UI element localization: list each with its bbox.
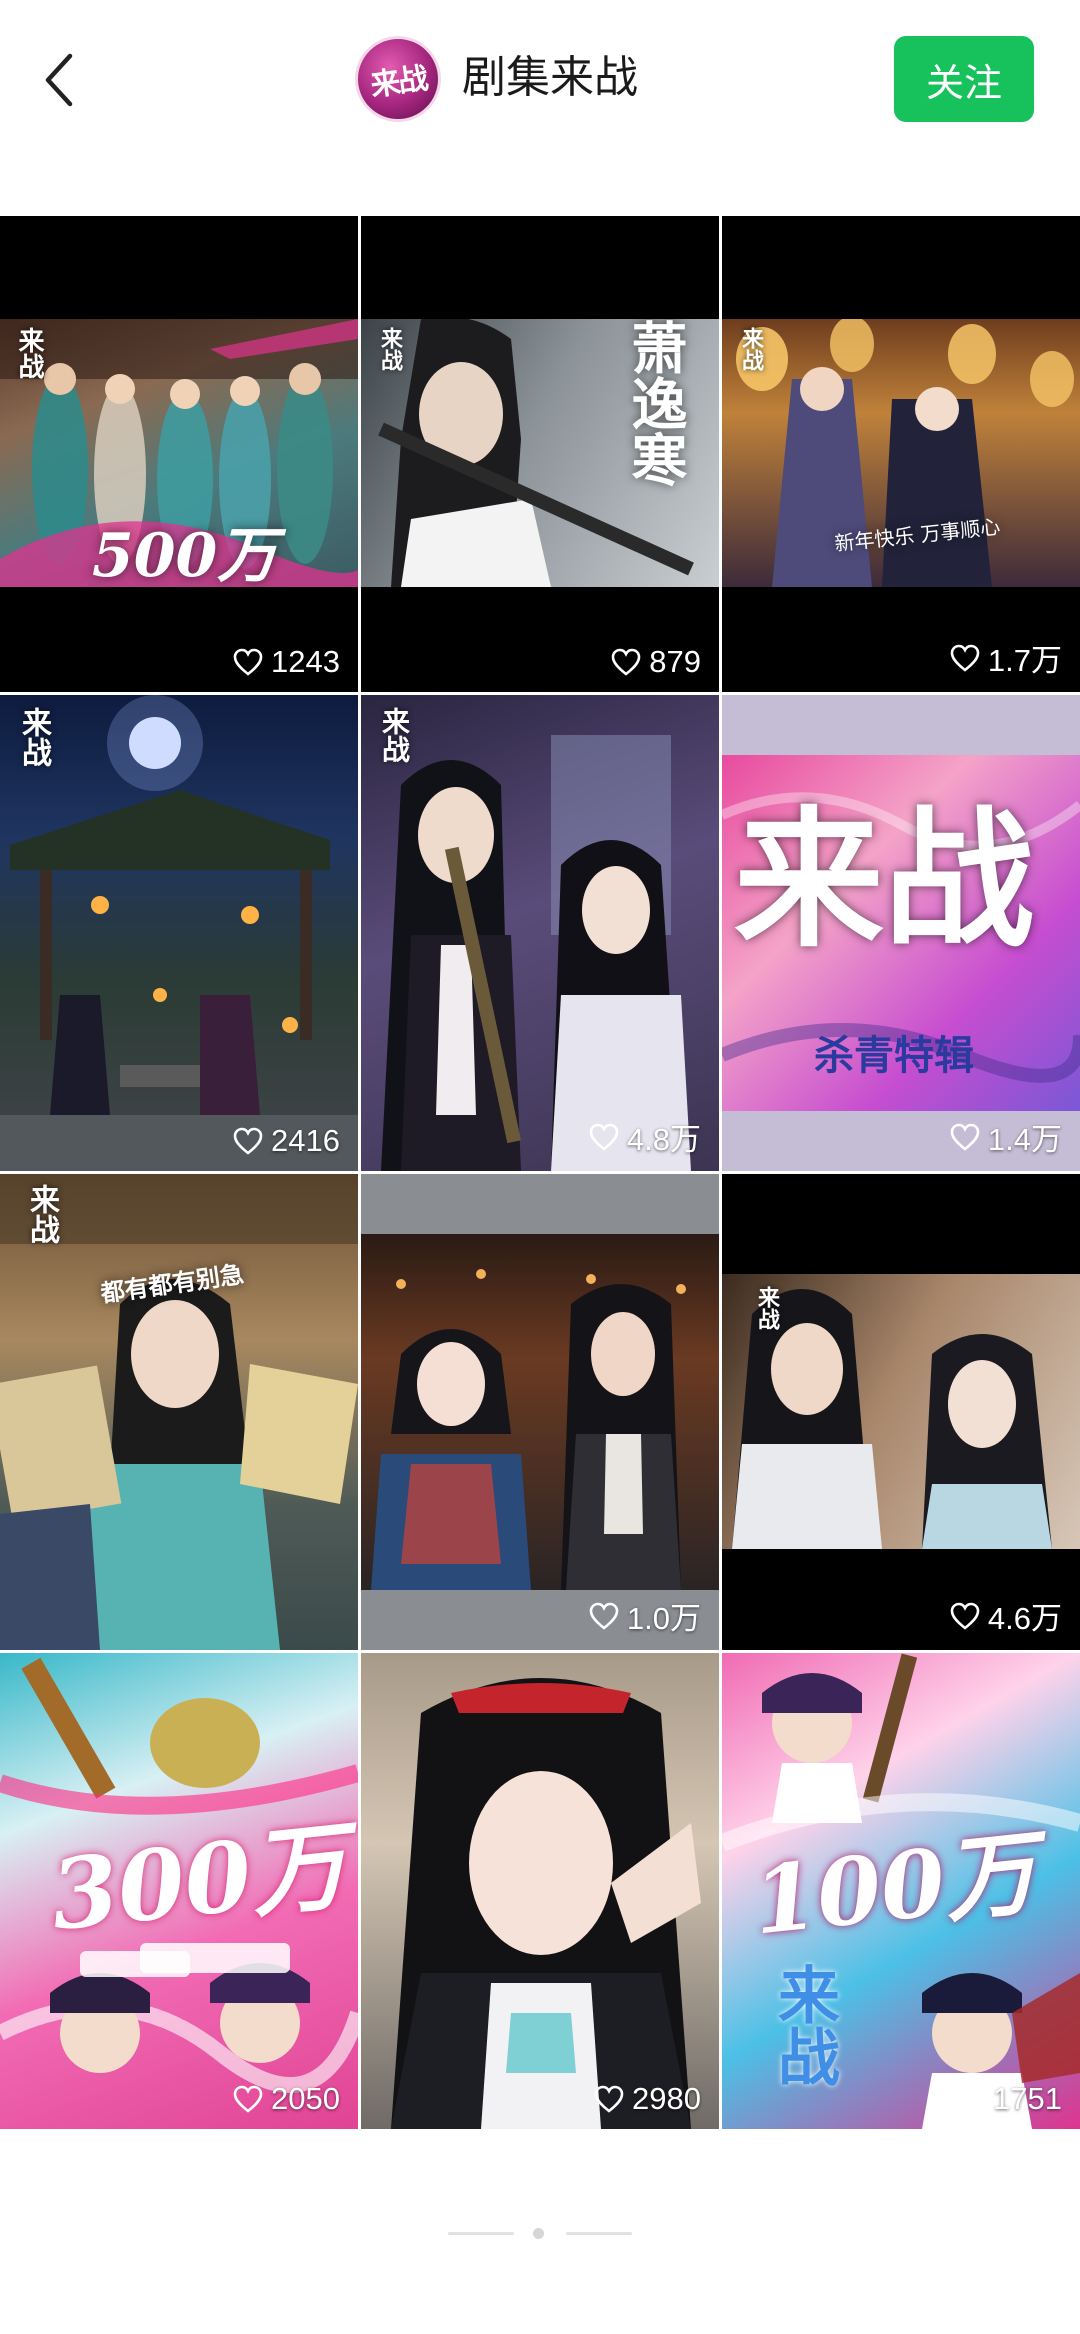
page-indicator-dot: [533, 2228, 544, 2239]
video-thumbnail: 来战 杀青特辑: [722, 755, 1080, 1111]
thumbnail-caption: 萧逸寒: [622, 319, 688, 487]
video-thumbnail: 来战: [0, 695, 358, 1171]
like-count-value: 1.4万: [987, 1122, 1062, 1157]
video-tile[interactable]: 2980: [361, 1653, 719, 2129]
watermark-logo: 来战: [14, 327, 44, 379]
video-tile[interactable]: 来战 2416: [0, 695, 358, 1171]
video-tile[interactable]: 100万 来战 1751: [722, 1653, 1080, 2129]
video-thumbnail: [361, 1653, 719, 2129]
like-count-value: 4.6万: [987, 1601, 1062, 1636]
like-count: 1751: [955, 2081, 1062, 2117]
heart-outline-icon: [950, 644, 980, 672]
video-thumbnail: 来战 萧逸寒: [361, 319, 719, 587]
like-count: 2980: [594, 2081, 701, 2117]
heart-outline-icon: [611, 648, 641, 676]
video-tile[interactable]: 来战 杀青特辑 1.4万: [722, 695, 1080, 1171]
video-tile[interactable]: 来战 4.8万: [361, 695, 719, 1171]
watermark-logo: 来战: [754, 1286, 780, 1330]
like-count-value: 1.0万: [626, 1601, 701, 1636]
video-thumbnail: 来战: [722, 1274, 1080, 1549]
avatar-logo-text: 来战: [368, 61, 429, 104]
page-indicator-line-left: [448, 2232, 514, 2235]
video-tile[interactable]: 来战 新年快乐 万事顺心 1.7万: [722, 216, 1080, 692]
chevron-left-icon: [45, 53, 73, 107]
watermark-logo: 来战: [16, 707, 51, 767]
page-indicator-line-right: [566, 2232, 632, 2235]
video-tile[interactable]: 来战 500万 1243: [0, 216, 358, 692]
like-count: 1.4万: [950, 1114, 1062, 1159]
like-count: 4.6万: [950, 1593, 1062, 1638]
video-tile[interactable]: 来战 都有都有别急: [0, 1174, 358, 1650]
heart-outline-icon: [589, 1123, 619, 1151]
like-count-value: 1.7万: [987, 643, 1062, 678]
video-thumbnail: 来战 新年快乐 万事顺心: [722, 319, 1080, 587]
video-thumbnail: 来战 都有都有别急: [0, 1174, 358, 1650]
video-thumbnail: 100万 来战: [722, 1653, 1080, 2129]
like-count: 2416: [233, 1123, 340, 1159]
heart-outline-icon: [589, 1602, 619, 1630]
thumbnail-subcaption: 杀青特辑: [814, 1032, 974, 1079]
video-tile[interactable]: 来战 萧逸寒 879: [361, 216, 719, 692]
channel-avatar[interactable]: 来战: [355, 36, 441, 122]
like-count-value: 1243: [271, 644, 340, 679]
like-count-value: 2416: [271, 1123, 340, 1158]
heart-outline-icon: [233, 1127, 263, 1155]
watermark-logo: 来战: [378, 707, 411, 763]
video-thumbnail: 300万: [0, 1653, 358, 2129]
like-count: 879: [611, 644, 701, 680]
video-tile[interactable]: 1.0万: [361, 1174, 719, 1650]
top-bar: 来战 剧集来战 关注: [0, 0, 1080, 160]
like-count-value: 2050: [271, 2081, 340, 2116]
video-thumbnail: 来战: [361, 695, 719, 1171]
thumbnail-caption: 500万: [92, 521, 278, 591]
video-thumbnail: [361, 1234, 719, 1590]
heart-outline-icon: [233, 648, 263, 676]
page-indicator: [0, 2224, 1080, 2244]
like-count-value: 2980: [632, 2081, 701, 2116]
video-tile[interactable]: 来战 4.6万: [722, 1174, 1080, 1650]
heart-outline-icon: [233, 2085, 263, 2113]
watermark-logo: 来战: [377, 327, 403, 371]
heart-outline-icon: [950, 1123, 980, 1151]
thumbnail-subcaption: 来战: [767, 1963, 840, 2087]
video-thumbnail: 来战 500万: [0, 319, 358, 591]
channel-name[interactable]: 剧集来战: [462, 48, 638, 108]
heart-outline-icon: [950, 1602, 980, 1630]
like-count-value: 879: [649, 644, 701, 679]
heart-outline-icon: [955, 2085, 985, 2113]
like-count-value: 4.8万: [626, 1122, 701, 1157]
like-count-value: 1751: [993, 2081, 1062, 2116]
watermark-logo: 来战: [738, 327, 764, 371]
like-count: 4.8万: [589, 1114, 701, 1159]
heart-outline-icon: [594, 2085, 624, 2113]
thumbnail-caption: 来战: [734, 792, 1035, 968]
back-button[interactable]: [30, 40, 90, 120]
like-count: 1.7万: [950, 635, 1062, 680]
video-grid: 来战 500万 1243 来战 萧逸寒 879 来战 新年快乐 万事顺心 1.7…: [0, 216, 1080, 2129]
like-count: 2050: [233, 2081, 340, 2117]
follow-button[interactable]: 关注: [894, 36, 1034, 122]
watermark-logo: 来战: [24, 1184, 59, 1244]
video-tile[interactable]: 300万 2050: [0, 1653, 358, 2129]
like-count: 1.0万: [589, 1593, 701, 1638]
like-count: 1243: [233, 644, 340, 680]
